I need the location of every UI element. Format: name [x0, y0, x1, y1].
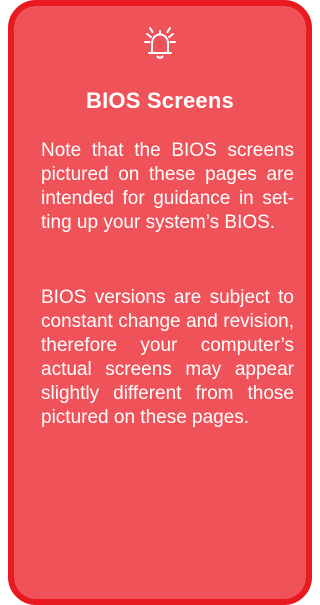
note-paragraph-1: Note that the BIOS screens pictured on t…	[41, 140, 294, 233]
note-title: BIOS Screens	[86, 88, 234, 113]
note-paragraph-2: BIOS versions are sub­ject to constant c…	[41, 287, 294, 428]
bell-alert-icon	[14, 24, 306, 64]
note-box: BIOS Screens Note that the BIOS screens …	[8, 0, 312, 605]
